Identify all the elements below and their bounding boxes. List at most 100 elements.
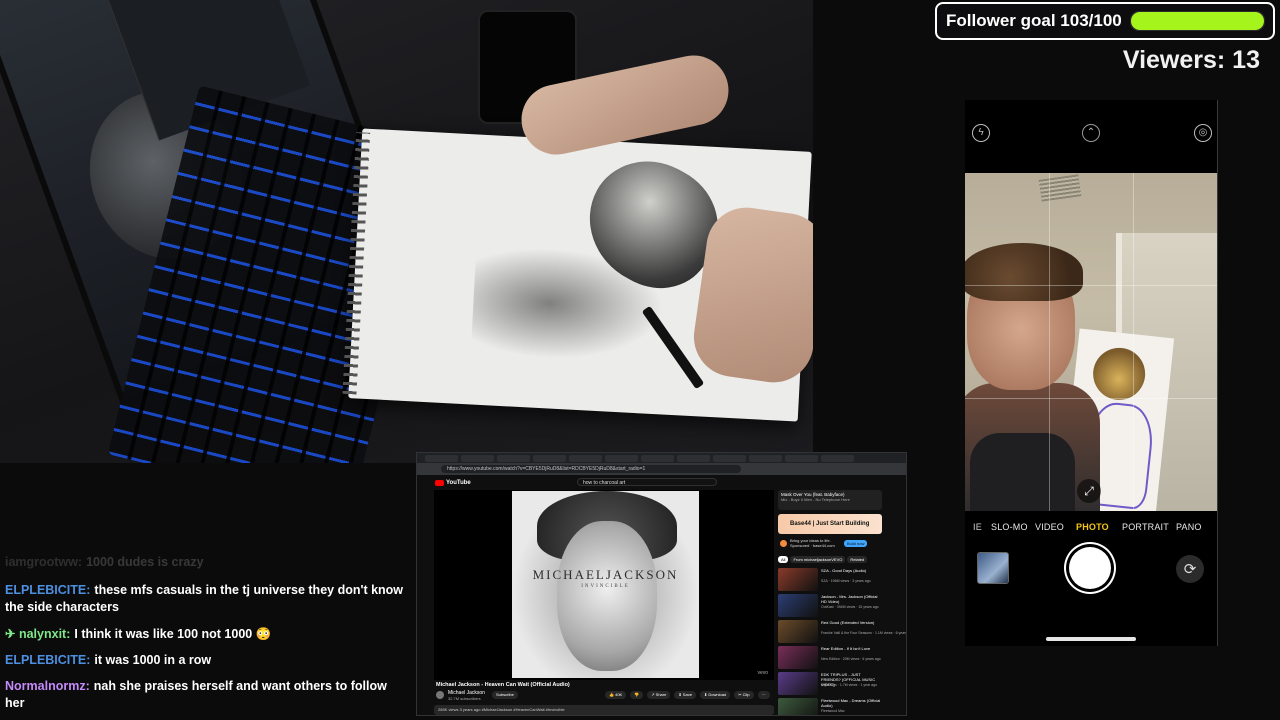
browser-window: https://www.youtube.com/watch?v=CBYE5DjR… [416,452,907,716]
recommended-video[interactable]: Fleetwood Mac - Dreams (Official Audio) F… [778,698,882,715]
youtube-wordmark: YouTube [446,479,471,486]
youtube-play-icon [435,479,444,486]
follower-goal-bar [1129,11,1265,31]
chat-message: iamgrootww: 1000 dudes is crazy [5,554,405,571]
recommended-video-channel: OutKast · 394M views · 15 years ago [821,605,879,609]
browser-tab[interactable] [461,455,494,462]
browser-tab[interactable] [605,455,638,462]
chat-text: I think it was like 100 not 1000 😳 [74,627,272,641]
mode-photo[interactable]: PHOTO [1076,522,1109,532]
browser-tab[interactable] [677,455,710,462]
recommended-video[interactable]: Jackson - Mrs. Jackson (Official HD Vide… [778,594,882,618]
sponsored-row: Bring your ideas to life. Sponsored · ba… [778,538,882,550]
recommended-video[interactable]: Red Good (Extended Version) Frankie Valli… [778,620,906,644]
recommended-video-channel: Frankie Valli & the Four Seasons · 1.1M … [821,631,907,635]
vevo-watermark: vevo [757,670,768,676]
recommended-video[interactable]: SZA - Good Days (Audio) SZA · 196M views … [778,568,882,592]
mix-panel[interactable]: Mask Over You (feat. Babyface) Mix - Boy… [778,490,882,510]
mode-portrait[interactable]: PORTRAIT [1122,522,1169,532]
url-input[interactable]: https://www.youtube.com/watch?v=CBYE5DjR… [441,465,741,473]
chat-message: ELPLEBICITE: it was 1000 in a row [5,652,405,669]
live-photo-icon[interactable]: ◎ [1194,124,1212,142]
video-thumbnail[interactable] [778,594,818,617]
viewer-count: Viewers: 13 [1122,46,1260,74]
video-thumbnail[interactable] [778,568,818,591]
sponsor-avatar [780,540,787,547]
browser-tab[interactable] [569,455,602,462]
subscribe-button[interactable]: Subscribe [492,691,518,699]
recommended-video-title[interactable]: Fleetwood Mac - Dreams (Official Audio) [821,698,881,708]
recommended-video[interactable]: Rear Edition - If It Isn't Love New Editi… [778,646,882,670]
more-button[interactable]: ⋯ [757,691,770,699]
chat-text: 1000 dudes is crazy [86,555,204,569]
video-thumbnail[interactable] [778,646,818,669]
mix-subtitle: Mix - Boyz II Men - No Telephone Here [781,497,850,502]
recommended-video-title[interactable]: Rear Edition - If It Isn't Love [821,646,881,651]
save-button[interactable]: ⬇ Save [674,691,696,699]
dislike-button[interactable]: 👎 [630,691,644,699]
flash-off-icon[interactable]: ϟ [972,124,990,142]
sponsor-button[interactable]: Build now [844,540,868,547]
recommended-video-channel: New Edition · 20M views · 6 years ago [821,657,881,661]
filter-chips: All From michaeljacksonVEVO Related [778,556,902,565]
mode-pano[interactable]: PANO [1176,522,1202,532]
chat-username: iamgrootww: [5,555,83,569]
sponsor-text: Bring your ideas to life. Sponsored · ba… [790,538,835,548]
video-player[interactable]: MICHAELJACKSON INVINCIBLE vevo [434,490,774,680]
shutter-button[interactable] [1069,547,1111,589]
chip-all[interactable]: All [778,556,789,563]
chat-message: ✈ nalynxit: I think it was like 100 not 1… [5,626,405,643]
follower-goal-fill [1130,12,1264,30]
mode-slo-mo[interactable]: SLO-MO [991,522,1028,532]
chip-related[interactable]: Related [847,556,868,563]
chat-text: it was 1000 in a row [94,653,212,667]
recommended-video-title[interactable]: Red Good (Extended Version) [821,620,881,625]
chip-from-channel[interactable]: From michaeljacksonVEVO [790,556,846,563]
album-name-text: INVINCIBLE [581,584,630,589]
video-thumbnail[interactable] [778,620,818,643]
video-thumbnail[interactable] [778,672,818,695]
expand-icon[interactable]: ⤢ [1077,479,1101,503]
video-title: Michael Jackson - Heaven Can Wait (Offic… [436,682,570,688]
share-button[interactable]: ↗ Share [647,691,671,699]
browser-tab[interactable] [713,455,746,462]
recommended-video[interactable]: EDK TRIPLUS - JUST FRIENDS? (OFFICIAL MU… [778,672,882,696]
search-input[interactable]: how to charcoal art [577,478,717,486]
grid-line [965,398,1217,399]
browser-tab[interactable] [641,455,674,462]
video-thumbnail[interactable] [778,698,818,715]
browser-tab[interactable] [785,455,818,462]
recommended-video-title[interactable]: SZA - Good Days (Audio) [821,568,881,573]
recommended-video-channel: Bryn Trips · 1.7M views · 1 year ago [821,683,878,687]
download-button[interactable]: ⬇ Download [699,691,731,699]
youtube-header: YouTube how to charcoal art [417,475,906,489]
browser-tab[interactable] [821,455,854,462]
streamer-shirt [970,433,1075,511]
ceiling-vent [1038,174,1082,202]
mode-ie[interactable]: IE [973,522,982,532]
browser-tab[interactable] [425,455,458,462]
camera-mode-selector[interactable]: IE SLO-MO VIDEO PHOTO PORTRAIT PANO [965,522,1217,536]
browser-tab[interactable] [533,455,566,462]
album-artist-text: MICHAELJACKSON [532,567,679,582]
chevron-up-icon[interactable]: ⌃ [1082,124,1100,142]
flip-camera-icon[interactable]: ⟳ [1176,555,1204,583]
gallery-thumbnail[interactable] [977,552,1009,584]
channel-avatar[interactable] [436,691,444,699]
browser-tab[interactable] [497,455,530,462]
camera-top-bar: ϟ ⌃ ◎ [965,124,1217,142]
like-button[interactable]: 👍 40K [605,691,627,699]
video-actions: 👍 40K 👎 ↗ Share ⬇ Save ⬇ Download ✂ Clip ⋯ [605,691,774,699]
chat-badge-icon: ✈ [5,627,16,641]
chat-panel: iamgrootww: 1000 dudes is crazy ELPLEBICI… [0,552,412,720]
ad-banner[interactable]: Base44 | Just Start Building [778,514,882,534]
home-indicator[interactable] [1046,637,1136,641]
youtube-logo[interactable]: YouTube [435,479,471,486]
browser-tab[interactable] [749,455,782,462]
recommended-video-title[interactable]: Jackson - Mrs. Jackson (Official HD Vide… [821,594,881,604]
mode-video[interactable]: VIDEO [1035,522,1064,532]
video-description[interactable]: 285K views 3 years ago #MichaelJackson #… [434,705,774,715]
follower-goal-label: Follower goal 103/100 [946,11,1122,30]
clip-button[interactable]: ✂ Clip [734,691,754,699]
chat-username: ELPLEBICITE: [5,653,91,667]
